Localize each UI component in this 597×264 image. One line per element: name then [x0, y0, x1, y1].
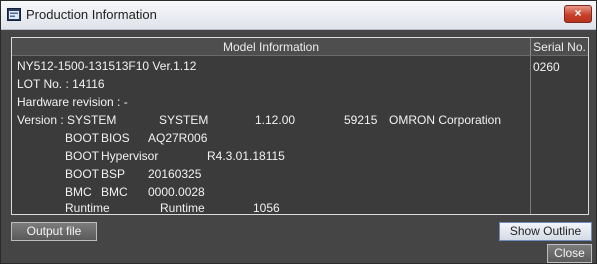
boot-hypervisor-name: Hypervisor [101, 149, 159, 163]
title-bar[interactable]: Production Information × [1, 1, 596, 30]
lot-line: LOT No. : 14116 [17, 77, 105, 91]
window-icon [7, 8, 21, 21]
output-file-button[interactable]: Output file [11, 222, 97, 241]
production-information-dialog: Production Information × Model Informati… [0, 0, 597, 264]
version-label: Version : SYSTEM [17, 113, 117, 127]
column-header-serial-no[interactable]: Serial No. [530, 38, 588, 56]
runtime-version: 1056 [253, 201, 280, 215]
version-component: SYSTEM [159, 113, 209, 127]
close-icon[interactable]: × [564, 5, 592, 23]
show-outline-button[interactable]: Show Outline [499, 222, 592, 241]
boot-bios-version: AQ27R006 [148, 131, 208, 145]
column-divider [530, 56, 531, 214]
column-header-model-information[interactable]: Model Information [12, 38, 530, 56]
production-info-table: Model Information Serial No. NY512-1500-… [11, 37, 589, 215]
runtime-type: Runtime [65, 201, 110, 215]
bmc-type: BMC [65, 185, 92, 199]
version-number: 1.12.00 [255, 113, 296, 127]
runtime-name: Runtime [160, 201, 205, 215]
bmc-version: 0000.0028 [148, 185, 205, 199]
boot-hypervisor-type: BOOT [65, 149, 100, 163]
serial-number-value: 0260 [533, 60, 560, 74]
version-vendor: OMRON Corporation [389, 113, 502, 127]
boot-hypervisor-version: R4.3.01.18115 [207, 149, 285, 163]
boot-bsp-version: 20160325 [148, 167, 202, 181]
model-line: NY512-1500-131513F10 Ver.1.12 [17, 59, 197, 73]
boot-bios-type: BOOT [65, 131, 100, 145]
version-code: 59215 [344, 113, 378, 127]
bmc-name: BMC [101, 185, 128, 199]
boot-bsp-type: BOOT [65, 167, 100, 181]
boot-bsp-name: BSP [101, 167, 126, 181]
hardware-revision-line: Hardware revision : - [17, 95, 128, 109]
window-title: Production Information [26, 7, 157, 22]
close-button[interactable]: Close [547, 244, 592, 263]
boot-bios-name: BIOS [101, 131, 130, 145]
